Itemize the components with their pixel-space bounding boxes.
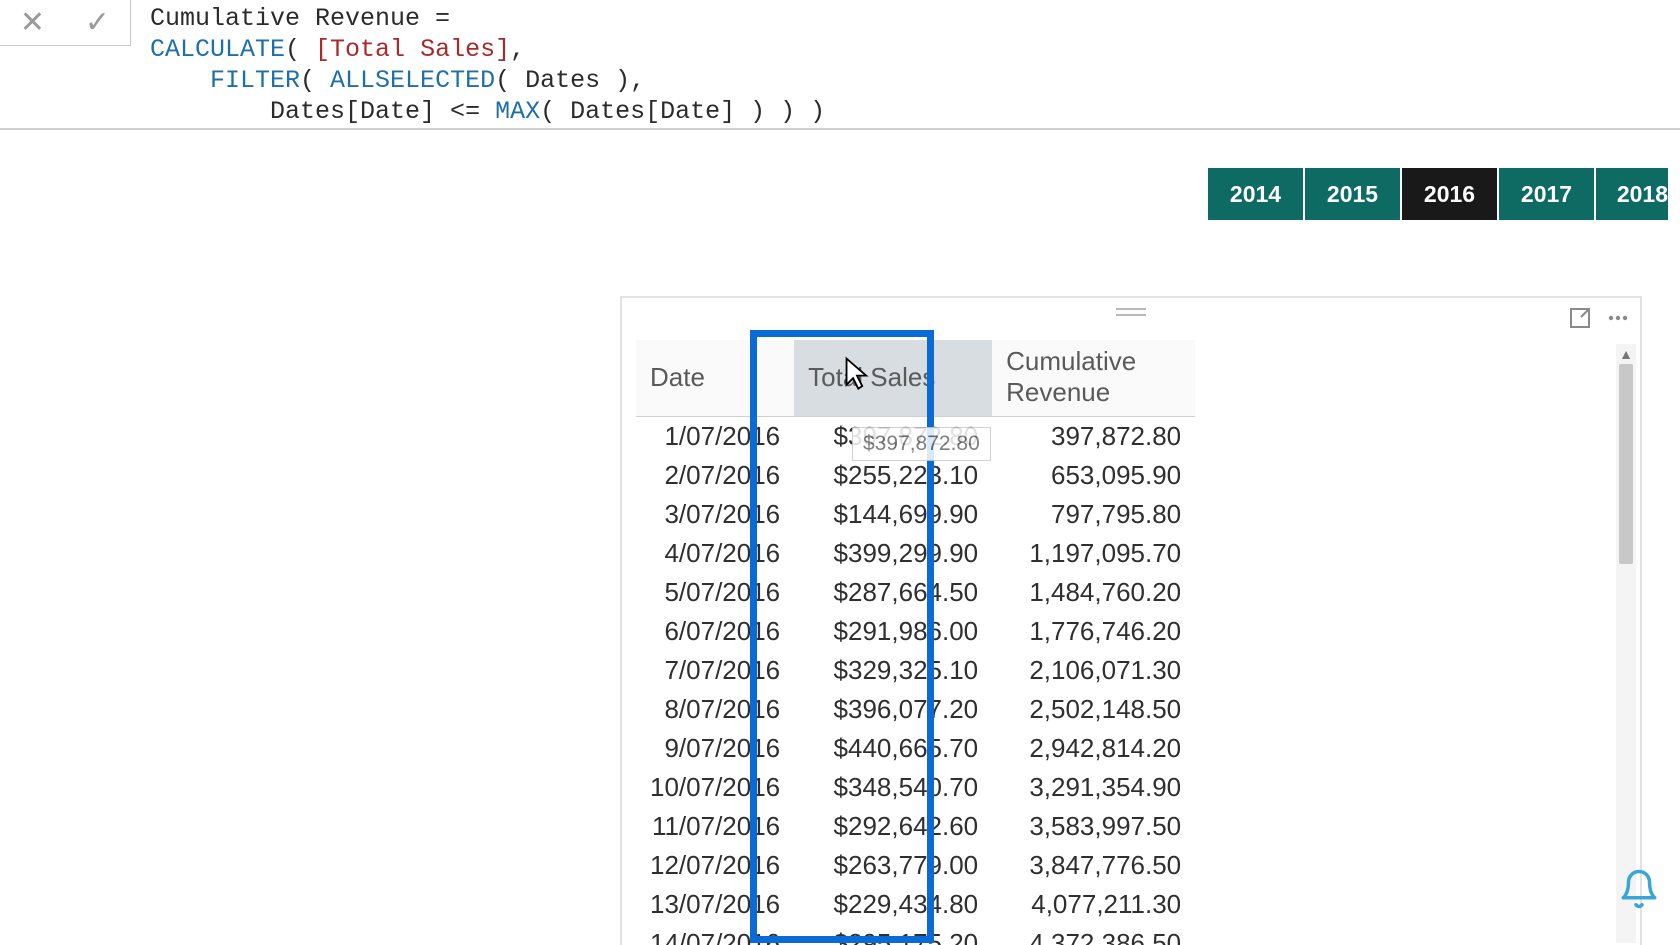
- cell-date: 5/07/2016: [636, 573, 794, 612]
- focus-mode-icon[interactable]: [1568, 306, 1592, 336]
- cell-date: 7/07/2016: [636, 651, 794, 690]
- vertical-scrollbar[interactable]: ▲: [1616, 344, 1636, 943]
- cell-date: 2/07/2016: [636, 456, 794, 495]
- cell-total-sales: $255,223.10: [794, 456, 992, 495]
- cell-cumulative-revenue: 2,106,071.30: [992, 651, 1195, 690]
- table-visual[interactable]: Date Total Sales Cumulative Revenue 1/07…: [620, 296, 1642, 945]
- cell-cumulative-revenue: 4,372,386.50: [992, 924, 1195, 945]
- table-row[interactable]: 12/07/2016$263,779.003,847,776.50: [636, 846, 1195, 885]
- scroll-up-arrow-icon[interactable]: ▲: [1616, 344, 1636, 364]
- table-row[interactable]: 14/07/2016$295,175.204,372,386.50: [636, 924, 1195, 945]
- cell-cumulative-revenue: 1,776,746.20: [992, 612, 1195, 651]
- cell-date: 9/07/2016: [636, 729, 794, 768]
- year-slicer: 20142015201620172018: [1208, 168, 1668, 220]
- table-row[interactable]: 11/07/2016$292,642.603,583,997.50: [636, 807, 1195, 846]
- more-options-icon[interactable]: [1606, 306, 1630, 336]
- column-header-date[interactable]: Date: [636, 340, 794, 417]
- cell-cumulative-revenue: 397,872.80: [992, 417, 1195, 457]
- cell-total-sales: $396,077.20: [794, 690, 992, 729]
- cell-cumulative-revenue: 2,942,814.20: [992, 729, 1195, 768]
- table-header-row: Date Total Sales Cumulative Revenue: [636, 340, 1195, 417]
- cell-cumulative-revenue: 1,197,095.70: [992, 534, 1195, 573]
- table-row[interactable]: 9/07/2016$440,665.702,942,814.20: [636, 729, 1195, 768]
- cell-date: 14/07/2016: [636, 924, 794, 945]
- cell-total-sales: $329,325.10: [794, 651, 992, 690]
- cell-total-sales: $291,986.00: [794, 612, 992, 651]
- cell-total-sales: $397,872.80: [794, 417, 992, 457]
- cell-date: 4/07/2016: [636, 534, 794, 573]
- scroll-thumb[interactable]: [1619, 364, 1633, 564]
- formula-editor[interactable]: Cumulative Revenue = CALCULATE( [Total S…: [150, 3, 825, 127]
- table-row[interactable]: 5/07/2016$287,664.501,484,760.20: [636, 573, 1195, 612]
- column-header-total-sales[interactable]: Total Sales: [794, 340, 992, 417]
- year-button-2015[interactable]: 2015: [1305, 168, 1400, 220]
- cell-date: 12/07/2016: [636, 846, 794, 885]
- column-header-cumulative-revenue[interactable]: Cumulative Revenue: [992, 340, 1195, 417]
- cell-total-sales: $287,664.50: [794, 573, 992, 612]
- cell-date: 11/07/2016: [636, 807, 794, 846]
- formula-commit-buttons: ✕ ✓: [0, 0, 131, 46]
- table-row[interactable]: 13/07/2016$229,434.804,077,211.30: [636, 885, 1195, 924]
- cancel-formula-button[interactable]: ✕: [0, 0, 65, 45]
- cell-date: 3/07/2016: [636, 495, 794, 534]
- cell-cumulative-revenue: 3,583,997.50: [992, 807, 1195, 846]
- cell-cumulative-revenue: 797,795.80: [992, 495, 1195, 534]
- data-table: Date Total Sales Cumulative Revenue 1/07…: [636, 340, 1195, 945]
- table-scroll-area: Date Total Sales Cumulative Revenue 1/07…: [636, 340, 1610, 945]
- cell-total-sales: $399,299.90: [794, 534, 992, 573]
- year-button-2016[interactable]: 2016: [1402, 168, 1497, 220]
- commit-formula-button[interactable]: ✓: [65, 0, 130, 45]
- formula-text: Cumulative Revenue = CALCULATE( [Total S…: [150, 4, 825, 126]
- cell-total-sales: $440,665.70: [794, 729, 992, 768]
- table-row[interactable]: 1/07/2016$397,872.80397,872.80: [636, 417, 1195, 457]
- cell-total-sales: $144,699.90: [794, 495, 992, 534]
- cell-total-sales: $295,175.20: [794, 924, 992, 945]
- notification-bell-icon[interactable]: [1618, 868, 1660, 915]
- cell-cumulative-revenue: 1,484,760.20: [992, 573, 1195, 612]
- cell-cumulative-revenue: 3,847,776.50: [992, 846, 1195, 885]
- cell-date: 1/07/2016: [636, 417, 794, 457]
- formula-bar: ✕ ✓ Cumulative Revenue = CALCULATE( [Tot…: [0, 0, 1680, 130]
- year-button-2014[interactable]: 2014: [1208, 168, 1303, 220]
- year-button-2018[interactable]: 2018: [1596, 168, 1668, 220]
- cell-total-sales: $348,540.70: [794, 768, 992, 807]
- cell-total-sales: $292,642.60: [794, 807, 992, 846]
- table-row[interactable]: 3/07/2016$144,699.90797,795.80: [636, 495, 1195, 534]
- cell-date: 10/07/2016: [636, 768, 794, 807]
- table-row[interactable]: 2/07/2016$255,223.10653,095.90: [636, 456, 1195, 495]
- cell-cumulative-revenue: 3,291,354.90: [992, 768, 1195, 807]
- cell-total-sales: $263,779.00: [794, 846, 992, 885]
- table-row[interactable]: 7/07/2016$329,325.102,106,071.30: [636, 651, 1195, 690]
- cell-date: 8/07/2016: [636, 690, 794, 729]
- cell-date: 13/07/2016: [636, 885, 794, 924]
- table-row[interactable]: 6/07/2016$291,986.001,776,746.20: [636, 612, 1195, 651]
- cell-cumulative-revenue: 653,095.90: [992, 456, 1195, 495]
- drag-handle-icon[interactable]: [622, 306, 1640, 318]
- visual-header-icons: [1568, 306, 1630, 336]
- table-row[interactable]: 10/07/2016$348,540.703,291,354.90: [636, 768, 1195, 807]
- cell-date: 6/07/2016: [636, 612, 794, 651]
- table-row[interactable]: 4/07/2016$399,299.901,197,095.70: [636, 534, 1195, 573]
- table-row[interactable]: 8/07/2016$396,077.202,502,148.50: [636, 690, 1195, 729]
- cell-cumulative-revenue: 2,502,148.50: [992, 690, 1195, 729]
- cell-total-sales: $229,434.80: [794, 885, 992, 924]
- cell-cumulative-revenue: 4,077,211.30: [992, 885, 1195, 924]
- year-button-2017[interactable]: 2017: [1499, 168, 1594, 220]
